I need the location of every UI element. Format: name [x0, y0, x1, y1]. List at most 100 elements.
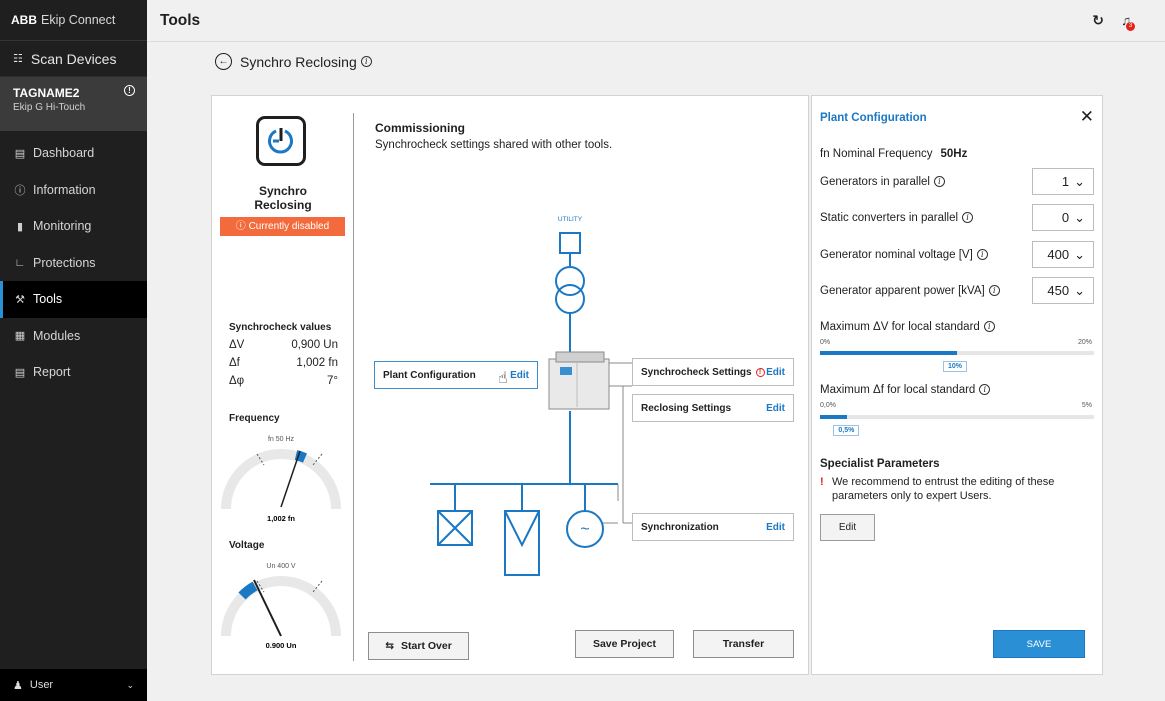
specialist-edit-button[interactable]: Edit	[820, 514, 875, 541]
device-model: Ekip G Hi-Touch	[13, 102, 86, 113]
sidebar-item-label: Protections	[33, 255, 96, 270]
tool-card: Synchro Reclosing ⓘ Currently disabled S…	[211, 95, 809, 675]
reclosing-settings-step[interactable]: Reclosing Settings Edit	[632, 394, 794, 422]
sidebar-item-label: Tools	[33, 292, 63, 307]
max-df-label: Maximum Δf for local standard i	[820, 384, 991, 396]
refresh-icon[interactable]: ↻	[1092, 12, 1104, 29]
sidebar-item-modules[interactable]: ▦ Modules	[0, 318, 147, 355]
app-brand: ABB Ekip Connect	[0, 0, 147, 41]
dashboard-icon: ▤	[14, 147, 26, 160]
frequency-nominal: fn 50 Hz	[268, 436, 295, 443]
tool-name: Synchro Reclosing	[254, 184, 312, 212]
max-df-slider[interactable]	[820, 415, 1094, 419]
user-icon: ♟	[13, 679, 23, 692]
plant-configuration-edit-link[interactable]: Edit	[510, 370, 529, 381]
svg-text:~: ~	[580, 521, 589, 538]
repeat-icon: ⇆	[385, 640, 395, 652]
synchrocheck-row: Δf 1,002 fn	[229, 357, 338, 369]
page-title: Synchro Reclosing	[240, 53, 357, 70]
max-dv-slider[interactable]	[820, 351, 1094, 355]
sidebar-item-report[interactable]: ▤ Report	[0, 354, 147, 391]
static-converters-select[interactable]: 0 ⌄	[1032, 204, 1094, 231]
start-over-button[interactable]: ⇆ Start Over	[368, 632, 469, 660]
reclosing-edit-link[interactable]: Edit	[766, 403, 785, 414]
max-df-max: 5%	[1081, 402, 1092, 409]
info-icon[interactable]: i	[976, 249, 988, 260]
sidebar-item-label: Dashboard	[33, 146, 95, 161]
sidebar-item-tools[interactable]: ⚒ Tools	[0, 281, 147, 318]
generator-power-row: Generator apparent power [kVA] i 450 ⌄	[820, 277, 1094, 304]
user-menu[interactable]: ♟ User ⌄	[0, 669, 147, 701]
sidebar-nav: ▤ Dashboard ⓘ Information ▮ Monitoring ∟…	[0, 135, 147, 391]
exclamation-icon: !	[820, 476, 824, 488]
info-icon[interactable]: i	[979, 384, 991, 396]
network-icon: ☷	[13, 53, 23, 65]
generators-in-parallel-select[interactable]: 1 ⌄	[1032, 168, 1094, 195]
max-dv-value: 10%	[943, 361, 968, 372]
generator-voltage-select[interactable]: 400 ⌄	[1032, 241, 1094, 268]
info-icon[interactable]: i	[360, 56, 372, 67]
sidebar-item-monitoring[interactable]: ▮ Monitoring	[0, 208, 147, 245]
max-df-slider-fill	[820, 415, 848, 419]
vertical-divider	[353, 113, 354, 661]
max-dv-slider-fill	[820, 351, 957, 355]
synchrocheck-edit-link[interactable]: Edit	[766, 367, 785, 378]
frequency-value: 1,002 fn	[267, 514, 295, 523]
modules-icon: ▦	[14, 330, 26, 343]
synchronization-edit-link[interactable]: Edit	[766, 522, 785, 533]
device-tag: TAGNAME2	[13, 86, 80, 100]
max-df-value: 0,5%	[833, 425, 860, 436]
synchrocheck-settings-step[interactable]: Synchrocheck Settings ! Edit	[632, 358, 794, 386]
save-button[interactable]: SAVE	[993, 630, 1085, 658]
sidebar-item-label: Information	[33, 182, 96, 197]
voltage-title: Voltage	[229, 540, 265, 551]
sidebar-item-label: Modules	[33, 328, 81, 343]
device-warning-icon: !	[124, 85, 135, 96]
specialist-warning: ! We recommend to entrust the editing of…	[820, 476, 1055, 502]
info-icon[interactable]: i	[983, 321, 995, 333]
notification-badge: 3	[1126, 22, 1135, 31]
generator-power-select[interactable]: 450 ⌄	[1032, 277, 1094, 304]
info-icon: ⓘ	[14, 184, 26, 197]
scan-devices-button[interactable]: ☷ Scan Devices	[0, 41, 147, 77]
synchrocheck-row: ΔV 0,900 Un	[229, 339, 338, 351]
status-badge: ⓘ Currently disabled	[220, 217, 345, 236]
save-project-button[interactable]: Save Project	[575, 630, 674, 658]
specialist-parameters-title: Specialist Parameters	[820, 458, 940, 470]
user-label: User	[29, 679, 54, 691]
max-dv-max: 20%	[1077, 339, 1092, 346]
generators-in-parallel-row: Generators in parallel i 1 ⌄	[820, 168, 1094, 195]
device-selector[interactable]: TAGNAME2 Ekip G Hi-Touch !	[0, 77, 147, 131]
max-df-min: 0,0%	[820, 402, 836, 409]
commissioning-title: Commissioning	[375, 121, 466, 135]
sidebar-item-dashboard[interactable]: ▤ Dashboard	[0, 135, 147, 172]
sidebar-item-protections[interactable]: ∟ Protections	[0, 245, 147, 282]
scan-devices-label: Scan Devices	[30, 50, 117, 67]
app-name: Ekip Connect	[41, 13, 116, 27]
sidebar-item-information[interactable]: ⓘ Information	[0, 172, 147, 209]
plant-configuration-step[interactable]: Plant Configuration Edit	[374, 361, 538, 389]
top-bar: Tools ↻ ♫ 3	[147, 0, 1165, 42]
warning-icon: !	[755, 367, 765, 377]
generator-voltage-row: Generator nominal voltage [V] i 400 ⌄	[820, 241, 1094, 268]
sidebar-item-label: Report	[33, 365, 71, 380]
breadcrumb: ← Synchro Reclosing i	[215, 53, 372, 70]
info-icon[interactable]: i	[988, 285, 1000, 296]
utility-label: UTILITY	[558, 216, 583, 223]
synchronization-step[interactable]: Synchronization Edit	[632, 513, 794, 541]
max-dv-min: 0%	[820, 339, 831, 346]
frequency-title: Frequency	[229, 413, 280, 424]
info-icon[interactable]: i	[933, 176, 945, 187]
info-icon[interactable]: i	[962, 212, 974, 223]
close-icon[interactable]: ✕	[1080, 107, 1094, 127]
max-dv-label: Maximum ΔV for local standard i	[820, 321, 995, 333]
notifications-bell-icon[interactable]: ♫ 3	[1121, 13, 1135, 31]
sidebar-item-label: Monitoring	[33, 219, 92, 234]
synchrocheck-title: Synchrocheck values	[229, 322, 332, 333]
voltage-value: 0.900 Un	[266, 641, 297, 650]
sidebar: ABB Ekip Connect ☷ Scan Devices TAGNAME2…	[0, 0, 147, 701]
back-arrow-icon[interactable]: ←	[215, 53, 232, 70]
synchrocheck-row: Δφ 7°	[229, 375, 338, 387]
report-icon: ▤	[14, 366, 26, 379]
transfer-button[interactable]: Transfer	[693, 630, 794, 658]
